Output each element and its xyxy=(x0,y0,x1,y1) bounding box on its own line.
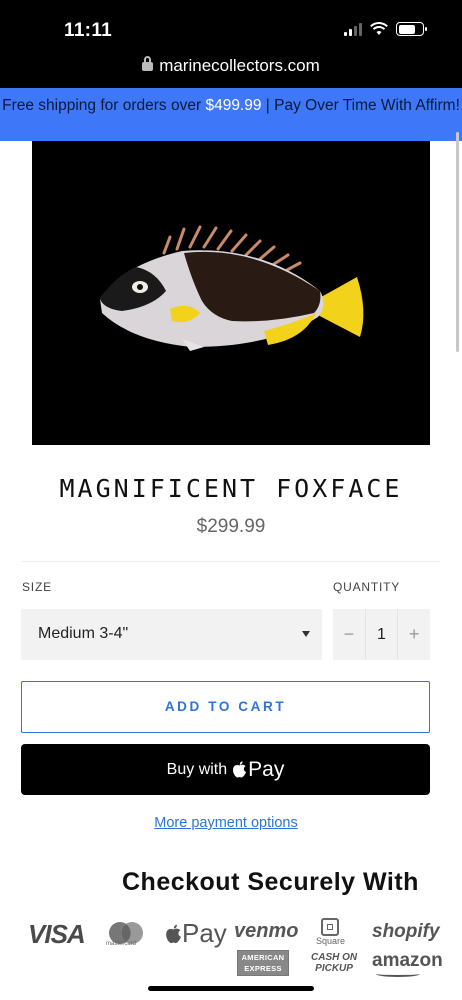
amex-logo: AMERICAN EXPRESS xyxy=(237,950,289,976)
apple-pay-button[interactable]: Buy with Pay xyxy=(21,744,430,795)
quantity-stepper[interactable]: − 1 + xyxy=(333,609,430,660)
wifi-icon xyxy=(370,22,388,35)
buy-with-label: Buy with xyxy=(166,760,228,778)
amazon-smile-icon xyxy=(376,971,420,977)
quantity-decrement-button[interactable]: − xyxy=(333,609,365,660)
quantity-label: QUANTITY xyxy=(333,580,401,594)
amex-line2: EXPRESS xyxy=(244,964,282,973)
venmo-logo: venmo xyxy=(234,920,299,942)
more-payment-options-link[interactable]: More payment options xyxy=(0,815,452,831)
status-icons xyxy=(344,22,427,36)
signal-icon xyxy=(344,22,362,36)
url-text: marinecollectors.com xyxy=(159,56,320,75)
chevron-down-icon xyxy=(302,631,310,637)
promo-text-after: | Pay Over Time With Affirm! xyxy=(261,97,460,114)
apple-icon xyxy=(233,761,247,778)
lock-icon xyxy=(142,56,154,71)
square-logo: Square xyxy=(316,936,346,946)
size-label: SIZE xyxy=(22,580,52,594)
amazon-logo: amazon xyxy=(372,950,443,971)
mastercard-logo xyxy=(109,922,143,944)
promo-text-before: Free shipping for orders over xyxy=(2,97,206,114)
scrollbar[interactable] xyxy=(456,132,459,352)
cod-line1: CASH ON xyxy=(311,952,358,963)
add-to-cart-button[interactable]: ADD TO CART xyxy=(21,681,430,733)
cod-line2: PICKUP xyxy=(315,963,353,974)
cash-on-pickup-logo: CASH ON PICKUP xyxy=(311,952,357,974)
address-bar[interactable]: marinecollectors.com xyxy=(0,56,462,76)
pay-label: Pay xyxy=(248,757,285,781)
battery-icon xyxy=(396,22,427,36)
product-title: MAGNIFICENT FOXFACE xyxy=(59,474,403,503)
square-icon xyxy=(321,918,339,936)
fish-photo xyxy=(100,225,364,351)
apple-pay-logo: Pay xyxy=(165,918,227,949)
home-indicator[interactable] xyxy=(148,986,314,991)
checkout-title: Checkout Securely With xyxy=(122,868,419,896)
product-price: $299.99 xyxy=(196,516,266,537)
size-select[interactable]: Medium 3-4" xyxy=(21,609,322,660)
apple-pay-logo-text: Pay xyxy=(182,918,227,948)
apple-icon xyxy=(166,924,181,943)
apple-pay-mark: Pay xyxy=(232,758,284,782)
status-time: 11:11 xyxy=(64,20,112,41)
product-image[interactable] xyxy=(32,141,430,445)
quantity-input[interactable]: 1 xyxy=(364,609,399,660)
promo-highlight: $499.99 xyxy=(205,97,262,114)
amex-line1: AMERICAN xyxy=(241,953,285,962)
divider xyxy=(22,561,440,562)
quantity-increment-button[interactable]: + xyxy=(398,609,430,660)
mastercard-label: mastercard xyxy=(106,941,137,947)
size-value: Medium 3-4" xyxy=(38,625,129,642)
shopify-logo: shopify xyxy=(372,921,440,942)
status-bar: 11:11 marinecollectors.com xyxy=(0,0,462,88)
visa-logo: VISA xyxy=(28,919,86,949)
promo-banner[interactable]: Free shipping for orders over $499.99 | … xyxy=(0,88,462,141)
